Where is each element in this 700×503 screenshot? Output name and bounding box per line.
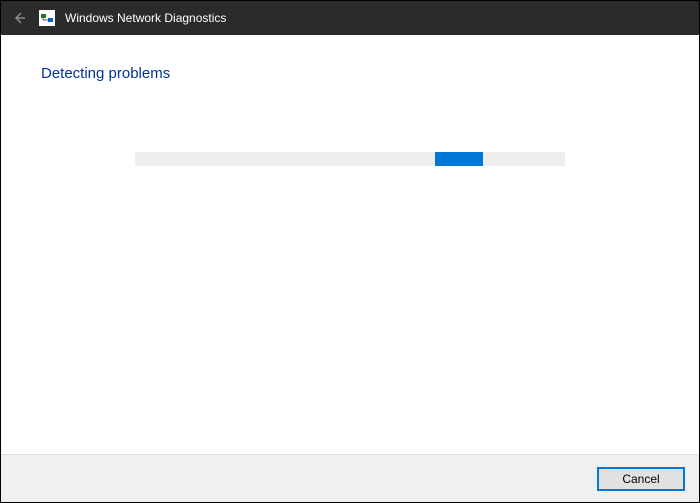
cancel-button[interactable]: Cancel xyxy=(597,467,685,491)
back-button xyxy=(9,8,29,28)
footer: Cancel xyxy=(1,454,699,502)
page-heading: Detecting problems xyxy=(41,65,659,82)
titlebar: Windows Network Diagnostics xyxy=(1,1,699,35)
progress-indicator xyxy=(435,152,483,166)
window-title: Windows Network Diagnostics xyxy=(65,11,226,25)
app-icon xyxy=(39,10,55,26)
progress-bar xyxy=(135,152,565,166)
back-arrow-icon xyxy=(11,10,27,26)
content-area: Detecting problems xyxy=(1,35,699,454)
